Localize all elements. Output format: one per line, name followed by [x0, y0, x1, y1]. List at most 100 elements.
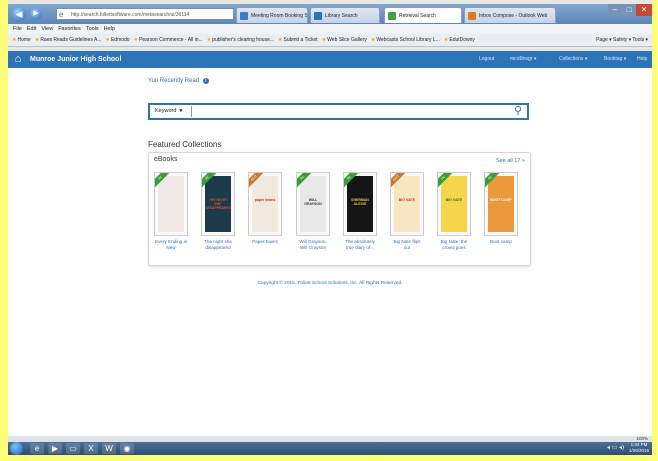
search-scope-select[interactable]: Keyword ▼ — [152, 106, 192, 117]
book-cover[interactable]: BIG NATE IN — [437, 172, 471, 236]
search-box: Keyword ▼ ⚲ — [148, 103, 529, 120]
cover-text: paper towns — [254, 198, 276, 202]
recently-read-link[interactable]: You Recently Read i — [148, 78, 209, 84]
book-title-link[interactable]: Big Nate: the crowd goes — [437, 239, 471, 250]
book-item[interactable]: WILL GRAYSON IN Will Grayson, Will Grayson — [296, 172, 330, 250]
collection-name: eBooks — [154, 156, 178, 163]
recently-read-label: You Recently Read — [148, 78, 200, 84]
command-bar[interactable]: Page ▾ Safety ▾ Tools ▾ — [596, 34, 648, 46]
book-cover[interactable]: SHERMAN ALEXIE IN — [343, 172, 377, 236]
book-title-link[interactable]: Paper towns — [248, 239, 282, 245]
media-player-icon[interactable]: ▶ — [48, 443, 62, 454]
favorite-link[interactable]: Pearson Commerce - All in... — [134, 37, 203, 43]
menu-item-edit[interactable]: Edit — [27, 26, 36, 32]
book-title-link[interactable]: Boot camp — [484, 239, 518, 245]
copyright-text: Copyright © 2015. Follett School Solutio… — [257, 281, 403, 286]
search-input[interactable] — [196, 106, 506, 117]
book-item[interactable]: IN Every Ending is New — [154, 172, 188, 250]
nav-collections[interactable]: Collections ▾ — [559, 51, 587, 68]
search-icon[interactable]: ⚲ — [512, 105, 524, 118]
tab-favicon-icon — [240, 12, 248, 20]
book-cover-image: THE NIGHT SHE DISAPPEARED — [205, 176, 231, 232]
menu-bar: File Edit View Favorites Tools Help — [8, 24, 652, 34]
start-button[interactable] — [10, 442, 23, 455]
clock[interactable]: 1:34 PM 1/28/2016 — [629, 442, 649, 454]
minimize-button[interactable]: – — [608, 4, 622, 16]
book-cover[interactable]: BOOT CAMP IN — [484, 172, 518, 236]
favorite-link[interactable]: publisher's clearing house... — [207, 37, 274, 43]
book-title-link[interactable]: Big Nate flips out — [390, 239, 424, 250]
tab-label: Inbox Compose - Outlook Web — [479, 13, 548, 19]
favorite-link[interactable]: Submit a Ticket — [278, 37, 318, 43]
book-cover[interactable]: paper towns OUT — [248, 172, 282, 236]
favorite-link[interactable]: EdutDowny — [444, 37, 475, 43]
favorite-link[interactable]: Webcasts School Library L... — [371, 37, 440, 43]
browser-tab[interactable]: Inbox Compose - Outlook Web — [464, 7, 556, 23]
book-item[interactable]: BIG NATE OUT Big Nate flips out — [390, 172, 424, 250]
favorite-link[interactable]: Web Slice Gallery — [322, 37, 367, 43]
favorite-link[interactable]: Raes Reads Guidelines A... — [35, 37, 102, 43]
nav-user-menu[interactable]: mcollinsgr ▾ — [510, 51, 536, 68]
book-title-link[interactable]: Will Grayson, Will Grayson — [296, 239, 330, 250]
cover-text: BIG NATE — [445, 198, 463, 202]
close-window-button[interactable]: ✕ — [636, 4, 652, 16]
taskbar: e ▶ ▭ X W ◉ ◂ ▭ ◂) 1:34 PM 1/28/2016 — [8, 442, 652, 455]
maximize-button[interactable]: □ — [622, 4, 636, 16]
cover-text: SHERMAN ALEXIE — [351, 198, 369, 206]
school-name[interactable]: Munroe Junior High School — [30, 51, 121, 68]
left-border — [0, 0, 8, 461]
favorite-link[interactable]: Home — [12, 37, 31, 43]
forward-icon[interactable]: ▶ — [30, 8, 42, 20]
book-item[interactable]: BIG NATE IN Big Nate: the crowd goes — [437, 172, 471, 250]
nav-help[interactable]: Help — [637, 51, 647, 68]
folder-icon[interactable]: ▭ — [66, 443, 80, 454]
book-cover-image: SHERMAN ALEXIE — [347, 176, 373, 232]
clock-date: 1/28/2016 — [628, 448, 649, 453]
book-cover[interactable]: WILL GRAYSON IN — [296, 172, 330, 236]
menu-item-tools[interactable]: Tools — [86, 26, 99, 32]
tab-label: Library Search — [325, 13, 358, 19]
book-cover-image: BIG NATE — [441, 176, 467, 232]
home-icon[interactable]: ⌂ — [12, 53, 24, 65]
book-cover[interactable]: IN — [154, 172, 188, 236]
browser-tab[interactable]: Meeting Room Booking System — [236, 7, 308, 23]
nav-logout[interactable]: Logout — [479, 51, 494, 68]
excel-icon[interactable]: X — [84, 443, 98, 454]
ie-icon: e — [59, 10, 64, 19]
menu-item-file[interactable]: File — [13, 26, 22, 32]
book-cover[interactable]: BIG NATE OUT — [390, 172, 424, 236]
cover-text: THE NIGHT SHE DISAPPEARED — [206, 198, 231, 210]
app-icon[interactable]: ◉ — [120, 443, 134, 454]
book-title-link[interactable]: The night she disappeared — [201, 239, 235, 250]
browser-tab[interactable]: Library Search — [310, 7, 380, 23]
browser-tab[interactable]: Retrieval Search — [384, 7, 462, 23]
tab-favicon-icon — [388, 12, 396, 20]
book-title-link[interactable]: The absolutely true diary of... — [343, 239, 377, 250]
back-icon[interactable]: ◀ — [12, 7, 26, 21]
menu-item-help[interactable]: Help — [104, 26, 115, 32]
menu-item-favorites[interactable]: Favorites — [58, 26, 81, 32]
tab-label: Meeting Room Booking System — [251, 13, 308, 19]
book-item[interactable]: BOOT CAMP IN Boot camp — [484, 172, 518, 245]
menu-item-view[interactable]: View — [41, 26, 53, 32]
favorite-link[interactable]: Edmodo — [105, 37, 129, 43]
book-item[interactable]: paper towns OUT Paper towns — [248, 172, 282, 245]
address-bar[interactable]: e http://search.follettsoftware.com/meta… — [56, 8, 234, 20]
collection-panel: eBooks See all 17 » IN Every Ending is Ne… — [148, 152, 531, 266]
ie-taskbar-icon[interactable]: e — [30, 443, 44, 454]
see-all-link[interactable]: See all 17 » — [496, 158, 525, 164]
book-item[interactable]: THE NIGHT SHE DISAPPEARED IN The night she… — [201, 172, 235, 250]
nav-booktag[interactable]: Booktag ▾ — [604, 51, 626, 68]
book-item[interactable]: SHERMAN ALEXIE IN The absolutely true diar… — [343, 172, 377, 250]
book-cover-image: BOOT CAMP — [488, 176, 514, 232]
main-content: You Recently Read i Keyword ▼ ⚲ Featured … — [8, 68, 652, 436]
cover-text: WILL GRAYSON — [304, 198, 322, 206]
book-title-link[interactable]: Every Ending is New — [154, 239, 188, 250]
address-text: http://search.follettsoftware.com/metase… — [71, 12, 190, 18]
book-cover-image — [158, 176, 184, 232]
word-icon[interactable]: W — [102, 443, 116, 454]
featured-collections-title: Featured Collections — [148, 140, 222, 149]
book-cover[interactable]: THE NIGHT SHE DISAPPEARED IN — [201, 172, 235, 236]
system-tray[interactable]: ◂ ▭ ◂) — [607, 443, 624, 454]
cover-text: BOOT CAMP — [490, 198, 512, 202]
